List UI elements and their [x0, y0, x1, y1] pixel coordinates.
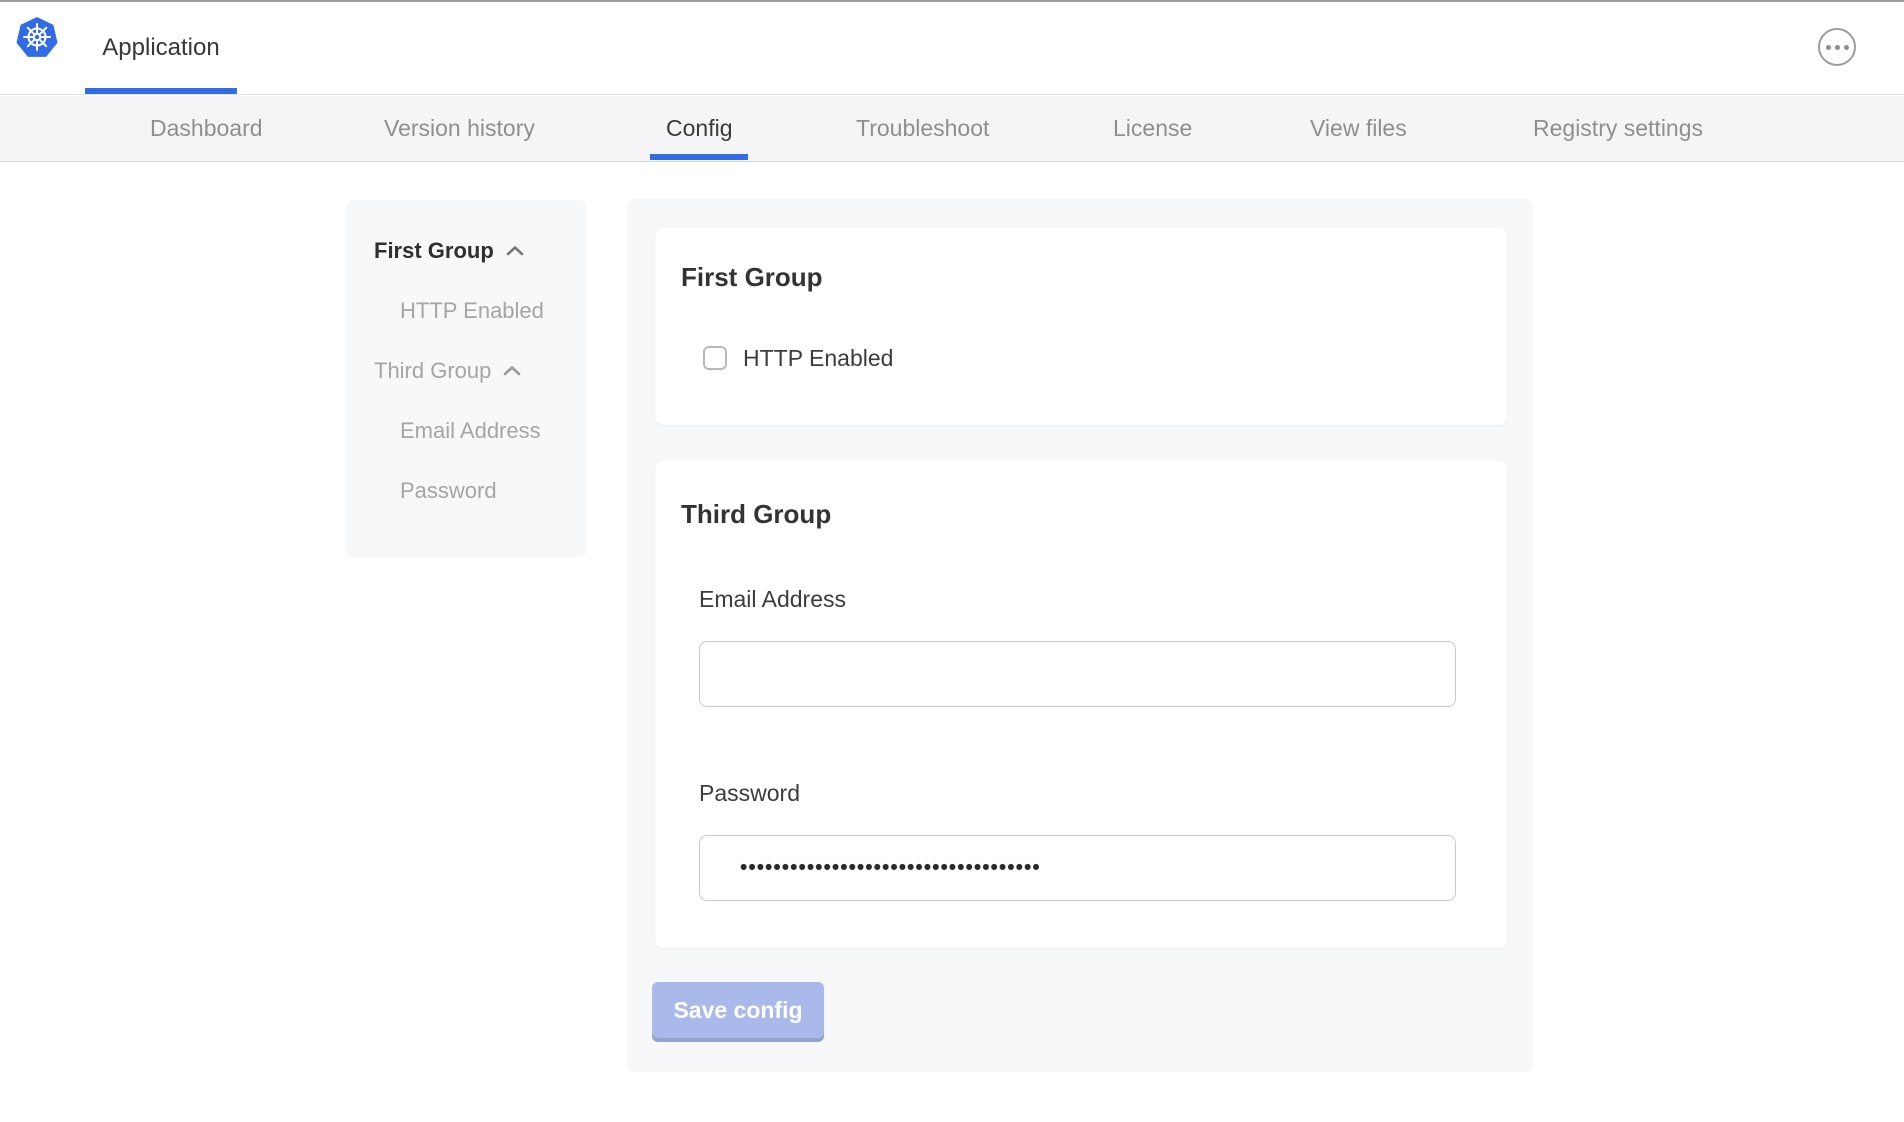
config-group-nav: First Group HTTP Enabled Third Group Ema…: [346, 200, 586, 558]
ellipsis-icon: [1826, 45, 1831, 50]
third-group-title: Third Group: [681, 499, 1481, 529]
config-nav-third-group[interactable]: Third Group: [374, 356, 586, 386]
config-tab-active-underline: [650, 154, 748, 160]
third-group-card: Third Group Email Address Password: [655, 461, 1507, 948]
application-tab-active-underline: [85, 88, 237, 94]
kubernetes-logo-icon: [15, 16, 59, 60]
tab-registry-settings[interactable]: Registry settings: [1533, 96, 1703, 161]
password-label: Password: [699, 779, 1481, 807]
first-group-title: First Group: [681, 262, 1481, 292]
password-input[interactable]: [699, 835, 1456, 901]
tab-license[interactable]: License: [1113, 96, 1192, 161]
config-panel: First Group HTTP Enabled Third Group Ema…: [627, 199, 1533, 1072]
config-nav-password[interactable]: Password: [400, 476, 586, 506]
first-group-card: First Group HTTP Enabled: [655, 228, 1507, 425]
config-nav-http-enabled[interactable]: HTTP Enabled: [400, 296, 586, 326]
section-tab-bar: Dashboard Version history Config Trouble…: [0, 96, 1904, 162]
tab-view-files[interactable]: View files: [1310, 96, 1407, 161]
http-enabled-label[interactable]: HTTP Enabled: [743, 344, 893, 372]
chevron-up-icon: [506, 245, 524, 257]
application-tab[interactable]: Application: [85, 2, 237, 94]
app-header: Application: [0, 2, 1904, 95]
chevron-up-icon: [503, 365, 521, 377]
config-nav-email-address[interactable]: Email Address: [400, 416, 586, 446]
tab-troubleshoot[interactable]: Troubleshoot: [856, 96, 989, 161]
config-nav-first-group[interactable]: First Group: [374, 236, 586, 266]
http-enabled-checkbox[interactable]: [703, 346, 727, 370]
tab-dashboard[interactable]: Dashboard: [150, 96, 263, 161]
application-tab-label: Application: [102, 34, 219, 62]
overflow-menu-button[interactable]: [1818, 28, 1856, 66]
email-address-field: Email Address: [699, 585, 1481, 707]
admin-console-window: Application Dashboard Version history Co…: [0, 0, 1904, 1122]
email-address-label: Email Address: [699, 585, 1481, 613]
password-field: Password: [699, 779, 1481, 901]
email-address-input[interactable]: [699, 641, 1456, 707]
http-enabled-row: HTTP Enabled: [703, 344, 1481, 372]
save-config-button[interactable]: Save config: [652, 982, 824, 1038]
tab-version-history[interactable]: Version history: [384, 96, 535, 161]
tab-config[interactable]: Config: [666, 96, 732, 161]
